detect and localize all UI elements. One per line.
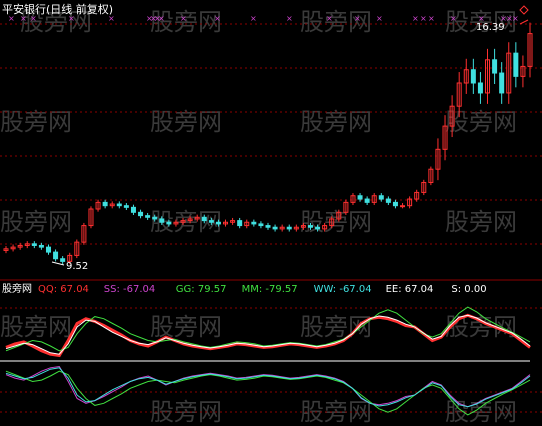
signal-marker: × <box>354 14 361 23</box>
candle-body[interactable] <box>208 220 214 223</box>
candle-body[interactable] <box>470 69 476 84</box>
candle-body[interactable] <box>123 205 129 208</box>
high-price-label: 16.39 <box>476 22 505 33</box>
signal-marker: × <box>420 14 427 23</box>
legend-ss: SS: -67.04 <box>104 284 155 295</box>
candle-body[interactable] <box>215 221 221 225</box>
candle-body[interactable] <box>378 195 384 200</box>
candle-body[interactable] <box>286 226 292 230</box>
candle-body[interactable] <box>237 220 243 227</box>
candle-body[interactable] <box>116 203 122 207</box>
legend-mm: MM: -79.57 <box>242 284 298 295</box>
candle-body[interactable] <box>364 198 370 203</box>
candle-body[interactable] <box>53 251 59 260</box>
watermark-text: 股旁网 <box>445 208 517 236</box>
signal-marker: × <box>250 14 257 23</box>
chart-title: 平安银行(日线 前复权) <box>2 2 113 16</box>
candle-body[interactable] <box>272 226 278 230</box>
candle-body[interactable] <box>315 226 321 230</box>
candle-body[interactable] <box>145 215 151 218</box>
candle-body[interactable] <box>130 206 136 213</box>
signal-marker: × <box>214 14 221 23</box>
candle-body[interactable] <box>392 201 398 207</box>
indicator-legend: 股旁网 QQ: 67.04 SS: -67.04 GG: 79.57 MM: -79.… <box>2 282 487 295</box>
candle-body[interactable] <box>492 59 498 74</box>
signal-marker: × <box>180 14 187 23</box>
candle-body[interactable] <box>31 243 37 246</box>
legend-s: S: 0.00 <box>451 284 486 295</box>
candle-body[interactable] <box>251 221 257 225</box>
candle-body[interactable] <box>201 216 207 222</box>
watermark-text: 股旁网 <box>0 313 72 341</box>
signal-marker: × <box>412 14 419 23</box>
candle-body[interactable] <box>307 225 313 228</box>
candle-body[interactable] <box>166 221 172 225</box>
legend-ee: EE: 67.04 <box>386 284 434 295</box>
signal-marker: × <box>512 14 519 23</box>
signal-marker: × <box>286 14 293 23</box>
candle-body[interactable] <box>60 258 66 262</box>
signal-marker: × <box>450 14 457 23</box>
candle-body[interactable] <box>265 225 271 228</box>
legend-qq: QQ: 67.04 <box>38 284 89 295</box>
candle-body[interactable] <box>159 218 165 223</box>
watermark-text: 股旁网 <box>150 313 222 341</box>
watermark-text: 股旁网 <box>300 8 372 36</box>
candle-body[interactable] <box>477 82 483 94</box>
signal-marker: × <box>376 14 383 23</box>
candle-body[interactable] <box>102 201 108 207</box>
candle-body[interactable] <box>38 244 44 248</box>
legend-ww: WW: -67.04 <box>314 284 372 295</box>
low-price-label: 9.52 <box>66 261 88 272</box>
candle-body[interactable] <box>45 246 51 253</box>
candle-body[interactable] <box>152 216 158 220</box>
candle-body[interactable] <box>385 198 391 203</box>
indicator-name: 股旁网 <box>2 282 32 295</box>
candle-body[interactable] <box>513 52 519 77</box>
signal-marker: × <box>428 14 435 23</box>
signal-marker: × <box>326 14 333 23</box>
watermark-text: 股旁网 <box>0 208 72 236</box>
candle-body[interactable] <box>499 72 505 94</box>
signal-marker: × <box>158 14 165 23</box>
candle-body[interactable] <box>138 211 144 217</box>
watermark-text: 股旁网 <box>300 208 372 236</box>
chart-root: 股旁网 股旁网 股旁网 股旁网股旁网 股旁网 股旁网 股旁网股旁网 股旁网 股旁网 股旁网股旁网股… <box>0 0 542 426</box>
candle-body[interactable] <box>258 223 264 227</box>
candle-body[interactable] <box>400 205 406 208</box>
legend-gg: GG: 79.57 <box>176 284 227 295</box>
candle-body[interactable] <box>357 195 363 200</box>
